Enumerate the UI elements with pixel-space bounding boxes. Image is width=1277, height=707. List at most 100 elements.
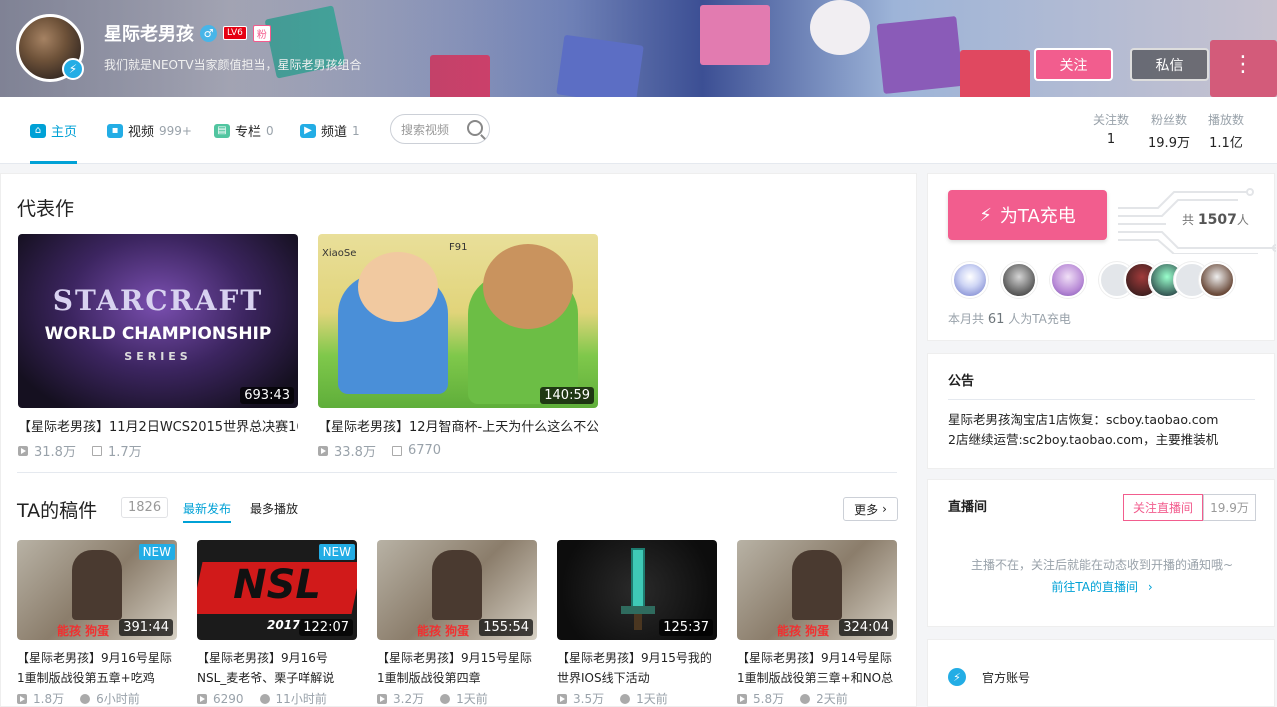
cartoon-face-right bbox=[483, 244, 573, 329]
video-meta: 3.5万 1天前 bbox=[557, 690, 717, 707]
sort-tab-latest[interactable]: 最新发布 bbox=[183, 500, 232, 523]
representative-heading: 代表作 bbox=[17, 198, 75, 220]
play-count-icon bbox=[557, 693, 567, 704]
video-thumbnail[interactable]: STARCRAFT WORLD CHAMPIONSHIP SERIES 693:… bbox=[18, 234, 298, 408]
representative-video[interactable]: XiaoSe F91 140:59 【星际老男孩】12月智商杯-上天为什么这么不… bbox=[318, 234, 598, 460]
video-title[interactable]: 【星际老男孩】9月15号我的世界IOS线下活动 bbox=[557, 648, 717, 688]
charger-avatar[interactable] bbox=[952, 262, 988, 298]
cartoon-face-left bbox=[358, 252, 438, 322]
male-gender-icon: ♂ bbox=[200, 24, 217, 42]
total-prefix: 共 bbox=[1182, 213, 1195, 227]
monthly-charge-text: 本月共 61 人为TA充电 bbox=[948, 310, 1071, 327]
charger-avatar[interactable] bbox=[1050, 262, 1086, 298]
fan-badge: 粉 bbox=[252, 24, 271, 42]
thumb-caption: NSL bbox=[233, 562, 321, 608]
banner-gift-decoration bbox=[556, 34, 644, 97]
banner-shade bbox=[0, 0, 560, 97]
play-count-icon bbox=[377, 693, 387, 704]
charge-button[interactable]: ⚡ 为TA充电 bbox=[948, 190, 1107, 240]
thumb-year: 2017 bbox=[267, 618, 301, 632]
search-placeholder: 搜索视频 bbox=[401, 122, 450, 137]
play-count: 6290 bbox=[213, 691, 244, 706]
follow-live-room-button[interactable]: 关注直播间 bbox=[1123, 494, 1203, 521]
official-account-row: ⚡ 官方账号 bbox=[948, 668, 1030, 686]
profile-nav: ⌂ 主页 ▪ 视频 999+ ▤ 专栏 0 ▶ 频道 1 搜索视频 关注数 1 … bbox=[0, 97, 1277, 164]
monthly-prefix: 本月共 bbox=[948, 312, 985, 326]
more-button[interactable]: 更多 › bbox=[843, 497, 898, 521]
duration-badge: 391:44 bbox=[119, 619, 173, 636]
signature: 我们就是NEOTV当家颜值担当，星际老男孩组合 bbox=[104, 58, 362, 72]
thumb-caption: 能孩 狗蛋 bbox=[57, 624, 110, 638]
more-label: 更多 bbox=[854, 502, 879, 517]
more-options-icon[interactable]: ⋮ bbox=[1232, 48, 1254, 81]
video-title[interactable]: 【星际老男孩】9月14号星际1重制版战役第三章+和NO总 bbox=[737, 648, 897, 688]
tab-channels[interactable]: ▶ 频道 1 bbox=[300, 97, 360, 164]
play-count: 3.2万 bbox=[393, 692, 425, 706]
video-thumbnail[interactable]: 能孩 狗蛋 NEW 391:44 bbox=[17, 540, 177, 640]
stat-label: 粉丝数 bbox=[1150, 113, 1187, 127]
sword-guard bbox=[621, 606, 655, 614]
channel-play-icon: ▶ bbox=[300, 123, 316, 138]
thumb-series-text: SERIES bbox=[124, 350, 192, 363]
thumb-caption: 能孩 狗蛋 bbox=[777, 624, 830, 638]
video-title[interactable]: 【星际老男孩】9月16号星际1重制版战役第五章+吃鸡 bbox=[17, 648, 177, 688]
search-icon[interactable] bbox=[467, 120, 483, 136]
video-title[interactable]: 【星际老男孩】11月2日WCS2015世界总决赛16 bbox=[18, 416, 298, 435]
tab-home[interactable]: ⌂ 主页 bbox=[30, 97, 78, 164]
thumb-figure bbox=[792, 550, 842, 620]
sort-tab-most-played[interactable]: 最多播放 bbox=[250, 500, 298, 517]
tab-videos[interactable]: ▪ 视频 999+ bbox=[107, 97, 192, 164]
stat-following[interactable]: 关注数 1 bbox=[1092, 111, 1130, 147]
video-meta: 3.2万 1天前 bbox=[377, 690, 537, 707]
video-thumbnail[interactable]: XiaoSe F91 140:59 bbox=[318, 234, 598, 408]
charge-panel: ⚡ 为TA充电 共 1507人 本月共 61 人为TA充电 bbox=[927, 173, 1276, 341]
video-title[interactable]: 【星际老男孩】12月智商杯-上天为什么这么不公平 bbox=[318, 416, 598, 435]
notice-line: 2店继续运营:sc2boy.taobao.com，主要推装机 bbox=[948, 432, 1219, 447]
upload-video[interactable]: 能孩 狗蛋 NEW 391:44 【星际老男孩】9月16号星际1重制版战役第五章… bbox=[17, 540, 177, 707]
upload-video[interactable]: 能孩 狗蛋 324:04 【星际老男孩】9月14号星际1重制版战役第三章+和NO… bbox=[737, 540, 897, 707]
thumb-title-text: STARCRAFT bbox=[52, 284, 264, 317]
charge-label: 为TA充电 bbox=[999, 206, 1076, 227]
video-thumbnail[interactable]: 125:37 bbox=[557, 540, 717, 640]
video-thumbnail[interactable]: NSL 2017 NEW 122:07 bbox=[197, 540, 357, 640]
username: 星际老男孩 bbox=[104, 24, 194, 45]
upload-time: 1天前 bbox=[456, 692, 488, 706]
go-to-live-room-link[interactable]: 前往TA的直播间 › bbox=[928, 578, 1276, 595]
stat-value: 19.9万 bbox=[1148, 136, 1190, 151]
search-video-input[interactable]: 搜索视频 bbox=[390, 114, 490, 144]
follow-button[interactable]: 关注 bbox=[1034, 48, 1113, 81]
upload-video[interactable]: 能孩 狗蛋 155:54 【星际老男孩】9月15号星际1重制版战役第四章 3.2… bbox=[377, 540, 537, 707]
level-badge: LV6 bbox=[223, 26, 247, 40]
upload-video[interactable]: NSL 2017 NEW 122:07 【星际老男孩】9月16号NSL_麦老爷、… bbox=[197, 540, 357, 707]
stat-value: 1.1亿 bbox=[1209, 136, 1243, 151]
lightning-icon: ⚡ bbox=[979, 204, 992, 226]
upload-video[interactable]: 125:37 【星际老男孩】9月15号我的世界IOS线下活动 3.5万 1天前 bbox=[557, 540, 717, 707]
upload-time: 6小时前 bbox=[96, 692, 140, 706]
main-content: 代表作 STARCRAFT WORLD CHAMPIONSHIP SERIES … bbox=[0, 173, 917, 707]
upload-time: 2天前 bbox=[816, 692, 848, 706]
chevron-right-icon: › bbox=[1147, 580, 1153, 594]
tab-articles[interactable]: ▤ 专栏 0 bbox=[214, 97, 274, 164]
stat-label: 播放数 bbox=[1207, 113, 1244, 127]
charger-avatar[interactable] bbox=[1001, 262, 1037, 298]
video-thumbnail[interactable]: 能孩 狗蛋 324:04 bbox=[737, 540, 897, 640]
duration-badge: 122:07 bbox=[299, 619, 353, 636]
uploads-heading: TA的稿件 bbox=[17, 500, 98, 522]
representative-video[interactable]: STARCRAFT WORLD CHAMPIONSHIP SERIES 693:… bbox=[18, 234, 298, 460]
notice-body: 星际老男孩淘宝店1店恢复：scboy.taobao.com 2店继续运营:sc2… bbox=[948, 410, 1218, 450]
video-title[interactable]: 【星际老男孩】9月16号NSL_麦老爷、栗子咩解说 bbox=[197, 648, 357, 688]
message-button[interactable]: 私信 bbox=[1130, 48, 1209, 81]
clock-icon bbox=[259, 693, 270, 704]
total-count: 1507 bbox=[1197, 212, 1237, 228]
charger-avatar[interactable] bbox=[1199, 262, 1235, 298]
stat-fans[interactable]: 粉丝数 19.9万 bbox=[1148, 111, 1190, 151]
clock-icon bbox=[800, 693, 811, 704]
duration-badge: 324:04 bbox=[839, 619, 893, 636]
article-icon: ▤ bbox=[214, 123, 230, 138]
uploads-count: 1826 bbox=[121, 497, 169, 518]
video-title[interactable]: 【星际老男孩】9月15号星际1重制版战役第四章 bbox=[377, 648, 537, 688]
total-suffix: 人 bbox=[1236, 213, 1249, 227]
play-count: 33.8万 bbox=[334, 445, 376, 460]
thumb-author-text: XiaoSe bbox=[322, 248, 357, 259]
video-thumbnail[interactable]: 能孩 狗蛋 155:54 bbox=[377, 540, 537, 640]
